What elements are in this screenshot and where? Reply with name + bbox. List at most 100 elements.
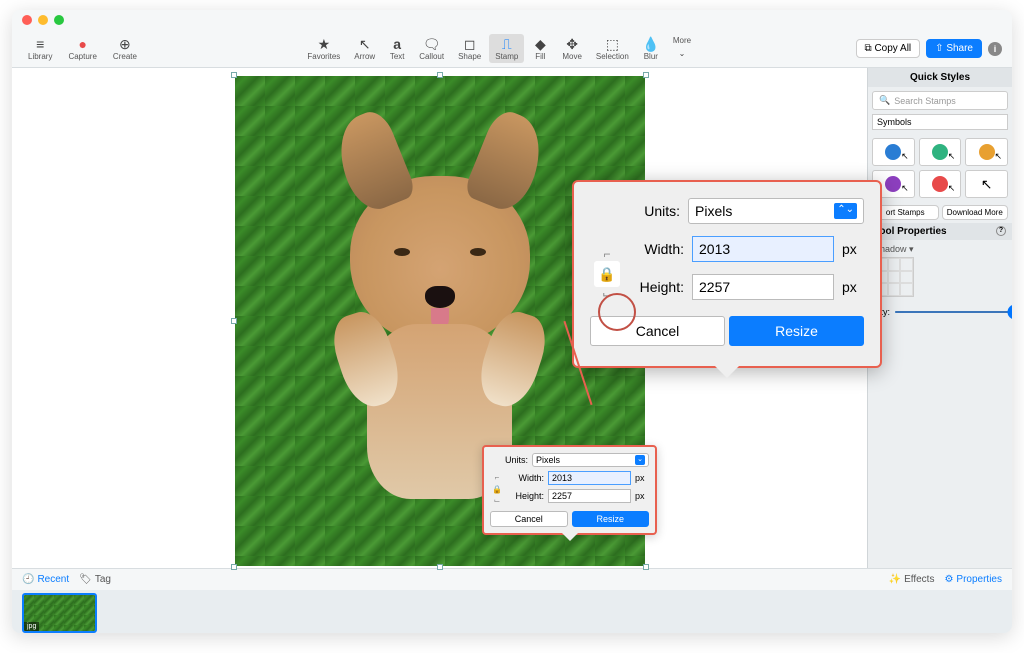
chevron-down-icon: ⌄ [674,45,690,61]
capture-button[interactable]: ●Capture [62,34,102,63]
blur-icon: 💧 [643,36,659,52]
maximize-button[interactable] [54,15,64,25]
units-dropdown[interactable]: Pixels⌄ [532,453,649,467]
footer-bar: 🕘Recent 🏷Tag ✨Effects ⚙Properties [12,568,1012,590]
effects-label: Effects [904,574,934,585]
height-input-zoom[interactable]: 2257 [692,274,834,300]
stamp-green[interactable]: ↖ [919,138,962,166]
tag-icon: 🏷 [79,574,92,585]
blur-tool[interactable]: 💧Blur [637,34,665,63]
recent-button[interactable]: 🕘Recent [22,574,69,585]
resize-handle-tr[interactable] [643,72,649,78]
share-button[interactable]: ⇧ Share [926,39,982,58]
arrow-label: Arrow [354,52,375,61]
library-button[interactable]: ≡Library [22,34,58,63]
cursor-icon: ↖ [948,151,956,162]
info-button[interactable]: i [988,42,1002,56]
callout-icon: 🗨 [424,36,440,52]
cursor-icon: ↖ [994,151,1002,162]
stamp-category-dropdown[interactable]: Symbols [872,114,1008,130]
resize-handle-tm[interactable] [437,72,443,78]
titlebar [12,10,1012,30]
selection-tool[interactable]: ⬚Selection [590,34,635,63]
popover-tail [562,533,578,541]
resize-handle-bl[interactable] [231,564,237,570]
resize-dialog-zoom: Units: Pixels⌃⌄ ⌐ 🔒 ⌙ Width: 2013 px Hei… [572,180,882,368]
cursor-icon: ↖ [901,151,909,162]
width-unit-zoom: px [842,241,864,257]
resize-button[interactable]: Resize [572,511,650,527]
stamp-tool[interactable]: ⎍Stamp [489,34,524,63]
resize-handle-tl[interactable] [231,72,237,78]
chevron-down-icon: ⌃⌄ [834,203,857,219]
stamp-cursor[interactable]: ↖ [965,170,1008,198]
footer-left: 🕘Recent 🏷Tag [22,574,111,585]
chevron-down-icon: ⌄ [635,455,645,465]
resize-handle-ml[interactable] [231,318,237,324]
thumbnail[interactable]: jpg [22,593,97,633]
lock-aspect-button-zoom[interactable]: 🔒 [594,261,620,287]
minimize-button[interactable] [38,15,48,25]
search-stamps-input[interactable]: 🔍Search Stamps [872,91,1008,110]
text-icon: a [389,36,405,52]
share-label: Share [946,43,973,54]
cursor-icon: ↖ [948,183,956,194]
tool-properties-header: Tool Properties? [868,223,1012,240]
width-input[interactable]: 2013 [548,471,631,485]
shape-icon: ◻ [462,36,478,52]
stamp-red[interactable]: ↖ [919,170,962,198]
media-tray: jpg [12,590,1012,633]
arrow-tool[interactable]: ↖Arrow [348,34,381,63]
height-input[interactable]: 2257 [548,489,631,503]
tool-properties-label: Tool Properties [874,226,947,237]
cancel-button[interactable]: Cancel [490,511,568,527]
close-button[interactable] [22,15,32,25]
toolbar-right: ⧉ Copy All ⇧ Share i [856,39,1002,58]
resize-button-zoom[interactable]: Resize [729,316,864,346]
effects-button[interactable]: ✨Effects [889,574,935,585]
lock-aspect-button[interactable]: 🔒 [490,482,504,496]
text-tool[interactable]: aText [383,34,411,63]
tag-label: Tag [95,574,111,585]
create-button[interactable]: ⊕Create [107,34,143,63]
properties-button[interactable]: ⚙Properties [944,574,1002,585]
shape-tool[interactable]: ◻Shape [452,34,487,63]
height-unit: px [635,491,649,501]
selection-icon: ⬚ [604,36,620,52]
clock-icon: 🕘 [22,574,34,585]
stamp-blue[interactable]: ↖ [872,138,915,166]
copy-icon: ⧉ [865,43,872,54]
stamp-orange[interactable]: ↖ [965,138,1008,166]
favorites-tool[interactable]: ★Favorites [301,34,346,63]
blur-label: Blur [644,52,658,61]
height-label-zoom: Height: [628,279,684,295]
text-label: Text [390,52,405,61]
width-label: Width: [506,473,544,483]
menu-icon: ≡ [32,36,48,52]
tag-button[interactable]: 🏷Tag [79,574,111,585]
more-label: More [673,36,691,45]
height-label: Height: [506,491,544,501]
callout-tool[interactable]: 🗨Callout [413,34,450,63]
right-panel: Quick Styles 🔍Search Stamps Symbols ↖ ↖ … [867,68,1012,568]
copy-all-button[interactable]: ⧉ Copy All [856,39,921,58]
width-input-zoom[interactable]: 2013 [692,236,834,262]
units-label: Units: [490,455,528,465]
resize-handle-bm[interactable] [437,564,443,570]
units-dropdown-zoom[interactable]: Pixels ⌃⌄ [688,198,864,224]
opacity-slider[interactable] [894,311,1012,313]
more-tools[interactable]: More⌄ [667,34,697,63]
fill-tool[interactable]: ◆Fill [526,34,554,63]
main-toolbar: ≡Library ●Capture ⊕Create ★Favorites ↖Ar… [12,30,1012,68]
opacity-row: city: 100% [868,303,1012,321]
download-more-button[interactable]: Download More [942,205,1009,220]
resize-handle-br[interactable] [643,564,649,570]
arrow-icon: ↖ [357,36,373,52]
shadow-property[interactable]: Shadow ▾ [868,240,1012,303]
help-button[interactable]: ? [996,226,1006,236]
width-unit: px [635,473,649,483]
move-tool[interactable]: ✥Move [556,34,588,63]
stamp-label: Stamp [495,52,518,61]
units-value-zoom: Pixels [695,203,732,219]
toolbar-tools: ★Favorites ↖Arrow aText 🗨Callout ◻Shape … [301,34,697,63]
